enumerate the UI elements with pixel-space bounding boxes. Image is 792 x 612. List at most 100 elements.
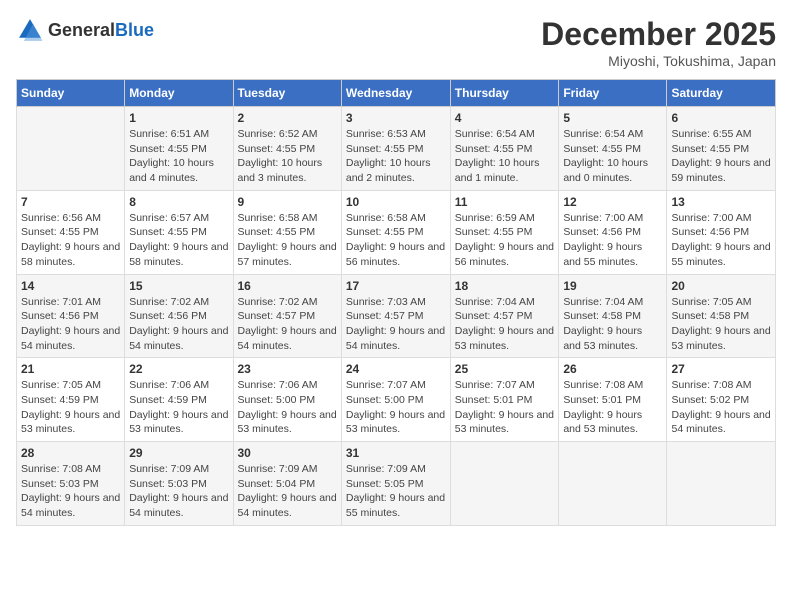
day-number: 28 <box>21 446 120 460</box>
day-info: Sunrise: 7:06 AMSunset: 4:59 PMDaylight:… <box>129 378 228 437</box>
day-info: Sunrise: 7:05 AMSunset: 4:58 PMDaylight:… <box>671 295 771 354</box>
day-number: 30 <box>238 446 337 460</box>
day-number: 27 <box>671 362 771 376</box>
calendar-cell: 24 Sunrise: 7:07 AMSunset: 5:00 PMDaylig… <box>341 358 450 442</box>
calendar-week-row: 7 Sunrise: 6:56 AMSunset: 4:55 PMDayligh… <box>17 190 776 274</box>
day-number: 24 <box>346 362 446 376</box>
day-number: 4 <box>455 111 555 125</box>
calendar-cell: 8 Sunrise: 6:57 AMSunset: 4:55 PMDayligh… <box>125 190 233 274</box>
calendar-cell: 11 Sunrise: 6:59 AMSunset: 4:55 PMDaylig… <box>450 190 559 274</box>
day-number: 1 <box>129 111 228 125</box>
calendar-week-row: 1 Sunrise: 6:51 AMSunset: 4:55 PMDayligh… <box>17 107 776 191</box>
day-info: Sunrise: 7:03 AMSunset: 4:57 PMDaylight:… <box>346 295 446 354</box>
calendar-cell: 9 Sunrise: 6:58 AMSunset: 4:55 PMDayligh… <box>233 190 341 274</box>
calendar-cell: 15 Sunrise: 7:02 AMSunset: 4:56 PMDaylig… <box>125 274 233 358</box>
calendar-cell: 18 Sunrise: 7:04 AMSunset: 4:57 PMDaylig… <box>450 274 559 358</box>
calendar-cell: 10 Sunrise: 6:58 AMSunset: 4:55 PMDaylig… <box>341 190 450 274</box>
calendar-cell: 7 Sunrise: 6:56 AMSunset: 4:55 PMDayligh… <box>17 190 125 274</box>
calendar-cell: 23 Sunrise: 7:06 AMSunset: 5:00 PMDaylig… <box>233 358 341 442</box>
calendar-week-row: 14 Sunrise: 7:01 AMSunset: 4:56 PMDaylig… <box>17 274 776 358</box>
day-info: Sunrise: 7:00 AMSunset: 4:56 PMDaylight:… <box>671 211 771 270</box>
calendar-cell: 20 Sunrise: 7:05 AMSunset: 4:58 PMDaylig… <box>667 274 776 358</box>
calendar-cell <box>17 107 125 191</box>
day-number: 2 <box>238 111 337 125</box>
day-info: Sunrise: 7:01 AMSunset: 4:56 PMDaylight:… <box>21 295 120 354</box>
day-number: 19 <box>563 279 662 293</box>
day-number: 18 <box>455 279 555 293</box>
day-info: Sunrise: 6:55 AMSunset: 4:55 PMDaylight:… <box>671 127 771 186</box>
logo: GeneralBlue <box>16 16 154 44</box>
day-number: 23 <box>238 362 337 376</box>
calendar-cell: 30 Sunrise: 7:09 AMSunset: 5:04 PMDaylig… <box>233 442 341 526</box>
calendar-cell: 21 Sunrise: 7:05 AMSunset: 4:59 PMDaylig… <box>17 358 125 442</box>
day-info: Sunrise: 6:53 AMSunset: 4:55 PMDaylight:… <box>346 127 446 186</box>
day-info: Sunrise: 7:08 AMSunset: 5:02 PMDaylight:… <box>671 378 771 437</box>
day-number: 22 <box>129 362 228 376</box>
day-number: 25 <box>455 362 555 376</box>
day-number: 12 <box>563 195 662 209</box>
day-info: Sunrise: 6:56 AMSunset: 4:55 PMDaylight:… <box>21 211 120 270</box>
weekday-header-monday: Monday <box>125 80 233 107</box>
calendar-cell: 17 Sunrise: 7:03 AMSunset: 4:57 PMDaylig… <box>341 274 450 358</box>
weekday-header-friday: Friday <box>559 80 667 107</box>
calendar-cell: 22 Sunrise: 7:06 AMSunset: 4:59 PMDaylig… <box>125 358 233 442</box>
day-info: Sunrise: 6:58 AMSunset: 4:55 PMDaylight:… <box>238 211 337 270</box>
day-info: Sunrise: 7:04 AMSunset: 4:58 PMDaylight:… <box>563 295 662 354</box>
day-info: Sunrise: 7:07 AMSunset: 5:01 PMDaylight:… <box>455 378 555 437</box>
day-info: Sunrise: 7:09 AMSunset: 5:04 PMDaylight:… <box>238 462 337 521</box>
calendar-cell: 4 Sunrise: 6:54 AMSunset: 4:55 PMDayligh… <box>450 107 559 191</box>
day-number: 17 <box>346 279 446 293</box>
day-info: Sunrise: 6:52 AMSunset: 4:55 PMDaylight:… <box>238 127 337 186</box>
weekday-header-sunday: Sunday <box>17 80 125 107</box>
day-number: 6 <box>671 111 771 125</box>
weekday-header-saturday: Saturday <box>667 80 776 107</box>
calendar-cell: 26 Sunrise: 7:08 AMSunset: 5:01 PMDaylig… <box>559 358 667 442</box>
calendar-week-row: 28 Sunrise: 7:08 AMSunset: 5:03 PMDaylig… <box>17 442 776 526</box>
day-number: 3 <box>346 111 446 125</box>
day-number: 13 <box>671 195 771 209</box>
calendar-cell <box>667 442 776 526</box>
logo-general: General <box>48 20 115 40</box>
day-info: Sunrise: 6:54 AMSunset: 4:55 PMDaylight:… <box>455 127 555 186</box>
day-number: 10 <box>346 195 446 209</box>
day-info: Sunrise: 7:00 AMSunset: 4:56 PMDaylight:… <box>563 211 662 270</box>
calendar-cell: 27 Sunrise: 7:08 AMSunset: 5:02 PMDaylig… <box>667 358 776 442</box>
day-info: Sunrise: 6:51 AMSunset: 4:55 PMDaylight:… <box>129 127 228 186</box>
calendar-cell: 1 Sunrise: 6:51 AMSunset: 4:55 PMDayligh… <box>125 107 233 191</box>
calendar-cell: 2 Sunrise: 6:52 AMSunset: 4:55 PMDayligh… <box>233 107 341 191</box>
weekday-header-wednesday: Wednesday <box>341 80 450 107</box>
weekday-header-row: SundayMondayTuesdayWednesdayThursdayFrid… <box>17 80 776 107</box>
day-info: Sunrise: 7:05 AMSunset: 4:59 PMDaylight:… <box>21 378 120 437</box>
calendar-cell: 31 Sunrise: 7:09 AMSunset: 5:05 PMDaylig… <box>341 442 450 526</box>
calendar-cell: 12 Sunrise: 7:00 AMSunset: 4:56 PMDaylig… <box>559 190 667 274</box>
day-info: Sunrise: 7:02 AMSunset: 4:57 PMDaylight:… <box>238 295 337 354</box>
day-number: 15 <box>129 279 228 293</box>
calendar-cell: 25 Sunrise: 7:07 AMSunset: 5:01 PMDaylig… <box>450 358 559 442</box>
calendar-table: SundayMondayTuesdayWednesdayThursdayFrid… <box>16 79 776 526</box>
calendar-week-row: 21 Sunrise: 7:05 AMSunset: 4:59 PMDaylig… <box>17 358 776 442</box>
day-info: Sunrise: 6:57 AMSunset: 4:55 PMDaylight:… <box>129 211 228 270</box>
day-number: 5 <box>563 111 662 125</box>
day-number: 8 <box>129 195 228 209</box>
calendar-cell: 3 Sunrise: 6:53 AMSunset: 4:55 PMDayligh… <box>341 107 450 191</box>
day-number: 14 <box>21 279 120 293</box>
day-number: 26 <box>563 362 662 376</box>
calendar-cell <box>559 442 667 526</box>
day-info: Sunrise: 7:02 AMSunset: 4:56 PMDaylight:… <box>129 295 228 354</box>
calendar-cell: 14 Sunrise: 7:01 AMSunset: 4:56 PMDaylig… <box>17 274 125 358</box>
day-info: Sunrise: 6:54 AMSunset: 4:55 PMDaylight:… <box>563 127 662 186</box>
day-number: 16 <box>238 279 337 293</box>
weekday-header-thursday: Thursday <box>450 80 559 107</box>
logo-blue: Blue <box>115 20 154 40</box>
day-number: 20 <box>671 279 771 293</box>
calendar-cell: 5 Sunrise: 6:54 AMSunset: 4:55 PMDayligh… <box>559 107 667 191</box>
calendar-cell: 29 Sunrise: 7:09 AMSunset: 5:03 PMDaylig… <box>125 442 233 526</box>
calendar-cell: 13 Sunrise: 7:00 AMSunset: 4:56 PMDaylig… <box>667 190 776 274</box>
day-info: Sunrise: 7:08 AMSunset: 5:01 PMDaylight:… <box>563 378 662 437</box>
day-number: 31 <box>346 446 446 460</box>
day-info: Sunrise: 7:07 AMSunset: 5:00 PMDaylight:… <box>346 378 446 437</box>
day-number: 11 <box>455 195 555 209</box>
title-block: December 2025 Miyoshi, Tokushima, Japan <box>541 16 776 69</box>
page-header: GeneralBlue December 2025 Miyoshi, Tokus… <box>16 16 776 69</box>
location: Miyoshi, Tokushima, Japan <box>541 53 776 69</box>
